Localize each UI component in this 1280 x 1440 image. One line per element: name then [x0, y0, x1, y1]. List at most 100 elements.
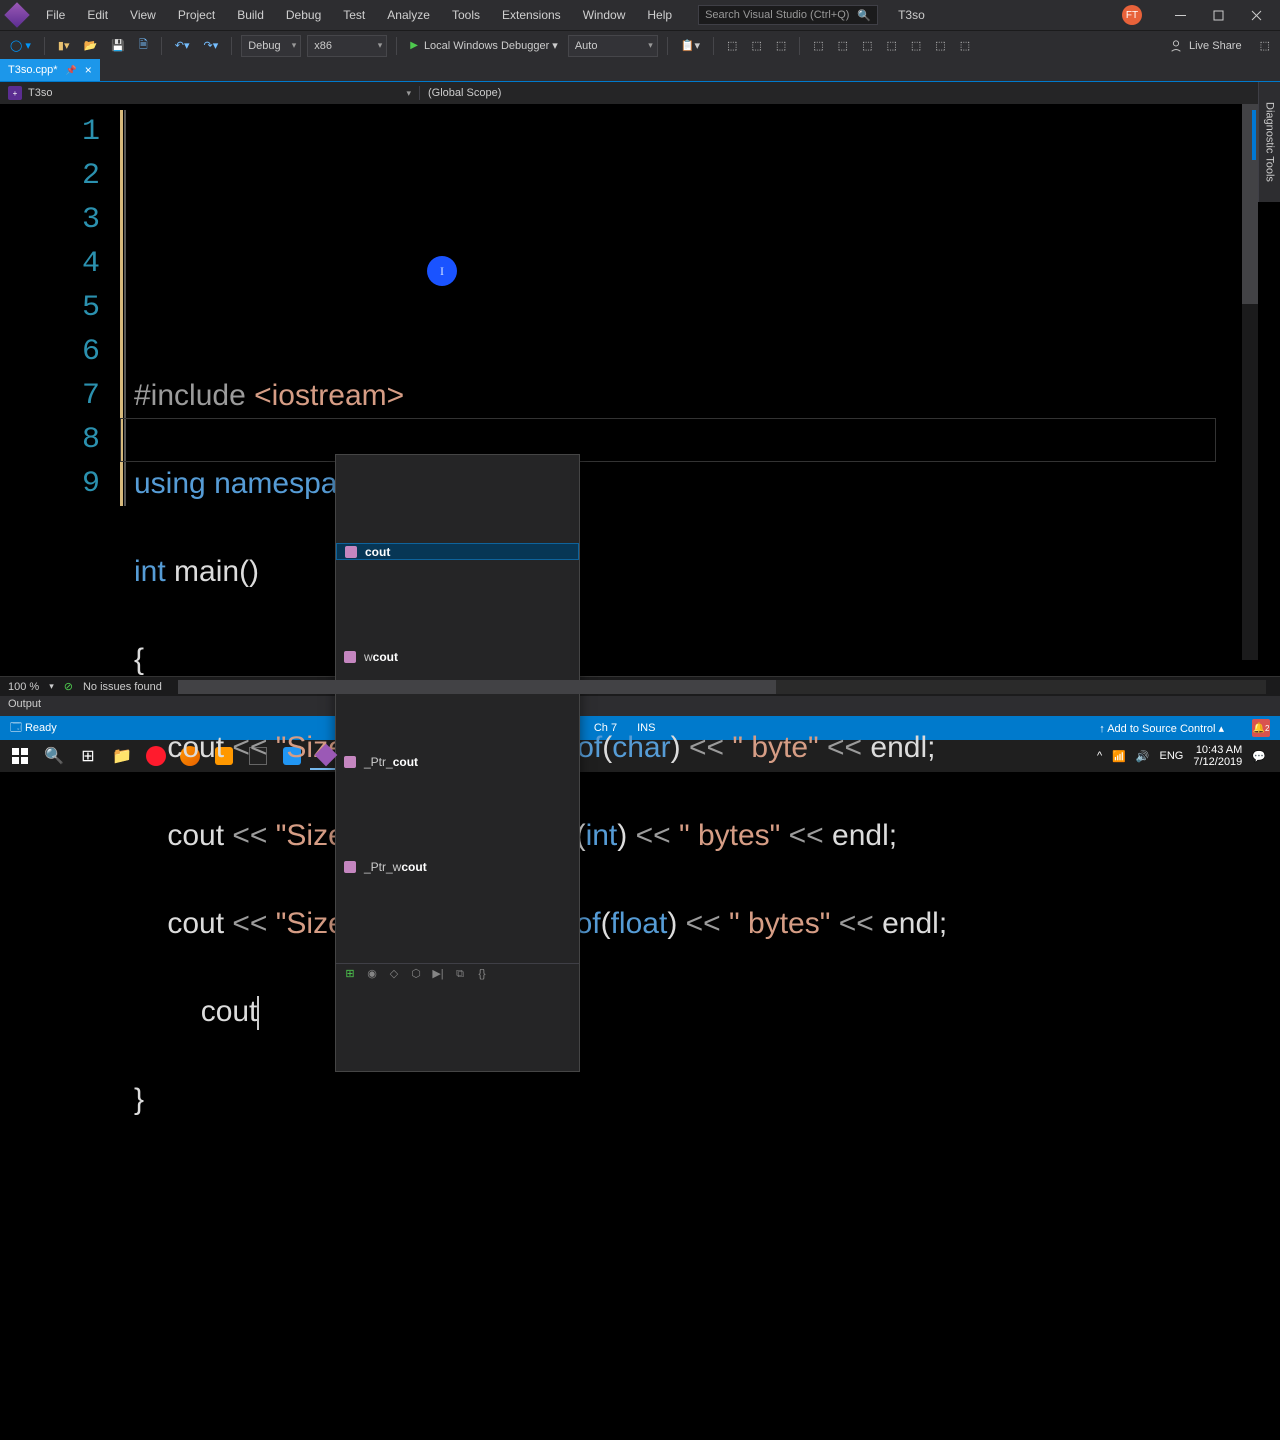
search-icon: 🔍 — [857, 9, 871, 22]
toolbar-icon-2[interactable]: ⬚ — [723, 35, 741, 57]
intellisense-item[interactable]: wcout — [336, 648, 579, 665]
window-close-button[interactable] — [1238, 2, 1274, 28]
ready-status: 🗔 Ready — [10, 719, 57, 738]
menu-view[interactable]: View — [120, 4, 166, 26]
feedback-icon[interactable]: ⬚ — [1256, 35, 1274, 57]
toolbar-icon-8[interactable]: ⬚ — [882, 35, 900, 57]
horizontal-scrollbar[interactable] — [178, 680, 1266, 694]
toolbar-icon-6[interactable]: ⬚ — [834, 35, 852, 57]
auto-dropdown[interactable]: Auto — [568, 35, 658, 57]
window-minimize-button[interactable] — [1162, 2, 1198, 28]
toolbar-icon-11[interactable]: ⬚ — [956, 35, 974, 57]
toolbar-icon-4[interactable]: ⬚ — [772, 35, 790, 57]
code-line-4: { — [134, 638, 1280, 682]
code-line-8: cout — [134, 990, 1280, 1034]
variable-icon — [344, 861, 356, 873]
start-button[interactable] — [4, 742, 36, 770]
code-line-9: } — [134, 1078, 1280, 1122]
code-line-5: cout << "Size of char: " << sizeof(char)… — [134, 726, 1280, 770]
intellisense-filter-bar[interactable]: ⊞ ◉ ◇ ⬡ ▶| ⧉ {} — [336, 963, 579, 983]
tab-t3so-cpp[interactable]: T3so.cpp* 📌 × — [0, 59, 100, 81]
nav-back-button[interactable]: ◯ ▾ — [6, 35, 35, 57]
code-content[interactable]: #include <iostream> using namespace std;… — [120, 104, 1280, 676]
code-line-6: cout << "Size of int: " << sizeof(int) <… — [134, 814, 1280, 858]
filter-icon[interactable]: ◉ — [366, 952, 378, 996]
window-maximize-button[interactable] — [1200, 2, 1236, 28]
check-icon: ⊘ — [64, 680, 73, 693]
toolbar-icon-3[interactable]: ⬚ — [747, 35, 765, 57]
filter-icon[interactable]: ⊞ — [344, 952, 356, 996]
scrollbar-thumb[interactable] — [178, 680, 776, 694]
diagnostic-tools-tab[interactable]: Diagnostic Tools — [1258, 82, 1280, 202]
toolbar-icon-10[interactable]: ⬚ — [931, 35, 949, 57]
search-placeholder: Search Visual Studio (Ctrl+Q) — [705, 9, 849, 21]
menu-debug[interactable]: Debug — [276, 4, 331, 26]
live-share-button[interactable]: Live Share — [1161, 39, 1250, 53]
filter-icon[interactable]: ⬡ — [410, 952, 422, 996]
toolbar-icon-5[interactable]: ⬚ — [809, 35, 827, 57]
project-scope-dropdown[interactable]: +T3so ▾ — [0, 86, 420, 100]
live-share-icon — [1169, 39, 1183, 53]
redo-button[interactable]: ↷▾ — [199, 35, 222, 57]
toolbar-icon-1[interactable]: 📋▾ — [677, 35, 704, 57]
vertical-scrollbar[interactable]: ✚ — [1242, 104, 1258, 660]
editor-status-strip: 100 %▾ ⊘ No issues found — [0, 676, 1280, 696]
configuration-dropdown[interactable]: Debug — [241, 35, 301, 57]
filter-icon[interactable]: {} — [476, 952, 488, 996]
global-scope-dropdown[interactable]: (Global Scope) ▾ — [420, 87, 1280, 99]
variable-icon — [345, 546, 357, 558]
menu-edit[interactable]: Edit — [77, 4, 118, 26]
menu-bar: File Edit View Project Build Debug Test … — [0, 0, 1280, 30]
project-name-label: T3so — [898, 8, 925, 22]
user-avatar[interactable]: FT — [1122, 5, 1142, 25]
line-number-gutter: 1 2 3 4 5 6 7 8 9 — [0, 104, 120, 676]
pin-icon[interactable]: 📌 — [66, 65, 77, 76]
variable-icon — [344, 651, 356, 663]
vs-logo-icon — [4, 2, 29, 27]
intellisense-item[interactable]: _Ptr_wcout — [336, 858, 579, 875]
menu-help[interactable]: Help — [637, 4, 682, 26]
menu-extensions[interactable]: Extensions — [492, 4, 571, 26]
toolbar-icon-7[interactable]: ⬚ — [858, 35, 876, 57]
open-file-button[interactable]: 📂 — [79, 35, 101, 57]
menu-test[interactable]: Test — [333, 4, 375, 26]
scroll-change-marker — [1252, 110, 1256, 160]
navigation-bar: +T3so ▾ (Global Scope) ▾ — [0, 82, 1280, 104]
code-line-3: int main() — [134, 550, 1280, 594]
menu-project[interactable]: Project — [168, 4, 225, 26]
filter-icon[interactable]: ▶| — [432, 952, 444, 996]
zoom-level[interactable]: 100 % — [8, 681, 39, 693]
task-view-button[interactable]: ⊞ — [72, 742, 104, 770]
presentation-cursor-icon: I — [427, 256, 457, 286]
new-file-button[interactable]: ▮▾ — [54, 35, 74, 57]
intellisense-item[interactable]: cout — [336, 543, 579, 560]
change-margin — [120, 110, 123, 506]
menu-window[interactable]: Window — [573, 4, 636, 26]
code-editor[interactable]: 1 2 3 4 5 6 7 8 9 #include <iostream> us… — [0, 104, 1280, 676]
intellisense-popup[interactable]: cout wcout _Ptr_cout _Ptr_wcout ⊞ ◉ ◇ ⬡ … — [335, 454, 580, 1072]
filter-icon[interactable]: ◇ — [388, 952, 400, 996]
save-button[interactable]: 💾 — [107, 35, 129, 57]
platform-dropdown[interactable]: x86 — [307, 35, 387, 57]
text-caret — [257, 996, 259, 1030]
toolbar-icon-9[interactable]: ⬚ — [907, 35, 925, 57]
undo-button[interactable]: ↶▾ — [171, 35, 194, 57]
filter-icon[interactable]: ⧉ — [454, 952, 466, 996]
code-line-7: cout << "Size of float: " << sizeof(floa… — [134, 902, 1280, 946]
outline-margin — [124, 110, 126, 506]
menu-build[interactable]: Build — [227, 4, 274, 26]
menu-analyze[interactable]: Analyze — [377, 4, 440, 26]
menu-tools[interactable]: Tools — [442, 4, 490, 26]
search-input[interactable]: Search Visual Studio (Ctrl+Q) 🔍 — [698, 5, 878, 25]
code-line-2: using namespace std; — [134, 462, 1280, 506]
intellisense-item[interactable]: _Ptr_cout — [336, 753, 579, 770]
variable-icon — [344, 756, 356, 768]
code-line-1: #include <iostream> — [134, 374, 1280, 418]
search-taskbar-button[interactable]: 🔍 — [38, 742, 70, 770]
cpp-icon: + — [8, 86, 22, 100]
save-all-button[interactable]: 🗎 — [135, 35, 152, 57]
start-debugging-button[interactable]: ▶Local Windows Debugger ▾ — [406, 35, 562, 57]
menu-file[interactable]: File — [36, 4, 75, 26]
toolbar: ◯ ▾ ▮▾ 📂 💾 🗎 ↶▾ ↷▾ Debug x86 ▶Local Wind… — [0, 30, 1280, 60]
tab-close-button[interactable]: × — [85, 63, 92, 77]
